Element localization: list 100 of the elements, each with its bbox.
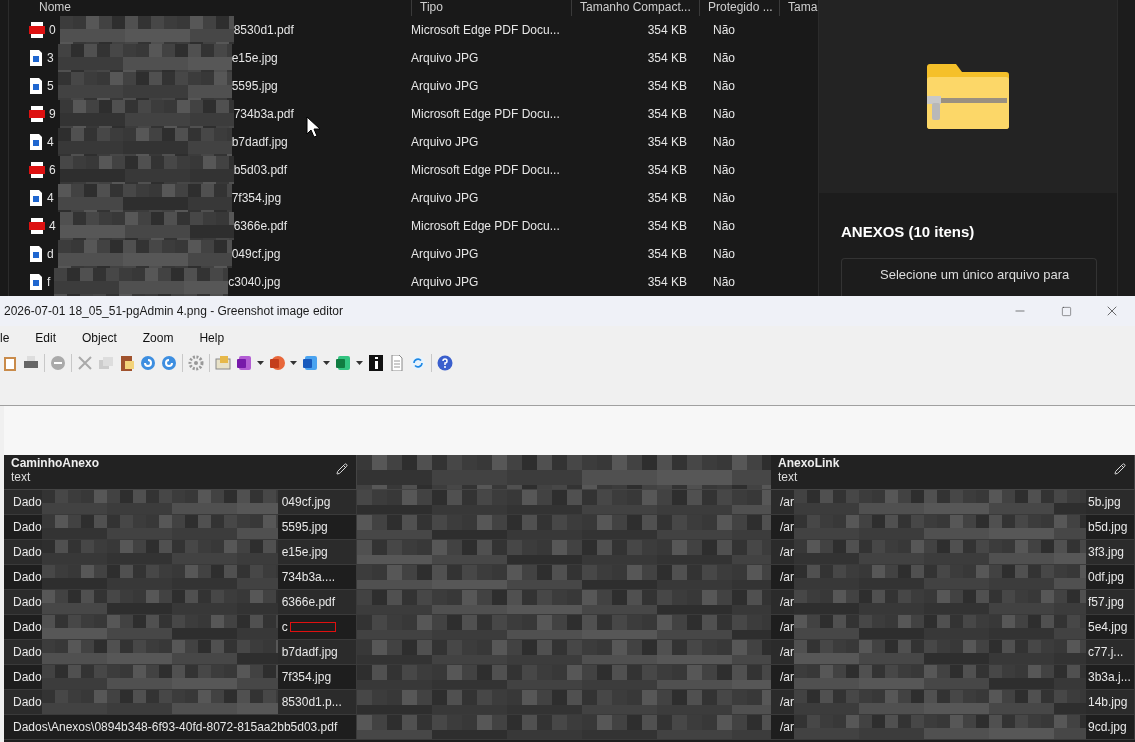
file-name[interactable]: 3 [47,51,54,65]
protected-status: Não [712,79,736,93]
help-icon[interactable] [437,355,453,371]
file-type: Arquivo JPG [411,191,480,205]
file-name[interactable]: e15e.jpg [231,51,278,65]
file-name[interactable]: c3040.jpg [228,275,281,289]
file-type: Microsoft Edge PDF Docu... [411,107,561,121]
protected-status: Não [712,51,736,65]
link-cell-text: /ar [780,545,794,559]
details-title: ANEXOS (10 itens) [841,223,976,241]
caret-icon[interactable] [290,361,297,365]
file-name[interactable]: 7f354.jpg [231,191,282,205]
protected-status: Não [712,107,736,121]
path-cell-text: 5595.jpg [281,520,328,534]
protected-status: Não [712,191,736,205]
file-size: 354 KB [646,107,688,121]
path-cell-text: Dados\Anexos\0894b348-6f93-40fd-8072-815aa2bb5d03.pdf [13,720,338,734]
maximize-icon[interactable] [1060,305,1072,317]
path-cell-text: Dado [13,645,42,659]
file-type: Arquivo JPG [411,247,480,261]
envelope-icon[interactable] [215,355,231,371]
protected-status: Não [712,219,736,233]
file-name[interactable]: 9 [49,107,56,121]
path-cell-text: Dado [13,545,42,559]
powerpoint-icon[interactable] [269,355,285,371]
scissors-icon[interactable] [77,355,93,371]
excel-icon[interactable] [335,355,351,371]
refresh-icon[interactable] [410,355,426,371]
path-cell-text: Dado [13,520,42,534]
path-cell-text: 6366e.pdf [281,595,336,609]
menu-item[interactable]: Edit [22,331,70,345]
menu-item[interactable]: le [0,331,23,345]
link-cell-text: /ar [780,620,794,634]
column-header[interactable]: Protegido ... [699,0,779,16]
file-name[interactable]: d [47,247,54,261]
file-name[interactable]: 8530d1.pdf [233,23,294,37]
file-name[interactable]: b7dadf.jpg [231,135,288,149]
word-icon[interactable] [302,355,318,371]
clipboard-icon[interactable] [2,355,18,371]
file-name[interactable]: 4 [47,135,54,149]
column-header[interactable]: Tipo [411,0,571,16]
file-name[interactable]: 734b3a.pdf [233,107,294,121]
settings-icon[interactable] [188,355,204,371]
path-cell-text: Dado [13,620,42,634]
column-header[interactable]: Nome [9,0,411,16]
file-size: 354 KB [646,247,688,261]
link-cell-text: 5b.jpg [1088,495,1121,509]
file-size: 354 KB [646,191,688,205]
column-header[interactable]: Tamanho Compact... [571,0,699,16]
menu-item[interactable]: Help [186,331,238,345]
link-cell-text: /ar [780,645,794,659]
menu-item[interactable]: Object [69,331,130,345]
file-name[interactable]: 049cf.jpg [231,247,281,261]
protected-status: Não [712,163,736,177]
link-cell-text: /ar [780,720,794,734]
redo-icon[interactable] [161,355,177,371]
file-size: 354 KB [646,163,688,177]
caret-icon[interactable] [323,361,330,365]
file-type: Microsoft Edge PDF Docu... [411,219,561,233]
link-cell-text: /ar [780,495,794,509]
document-icon[interactable] [389,355,405,371]
file-name[interactable]: 4 [47,191,54,205]
file-name[interactable]: 5595.jpg [231,79,278,93]
file-name[interactable]: f [47,275,51,289]
printer-icon[interactable] [23,355,39,371]
mouse-cursor-icon [306,116,320,138]
remove-icon[interactable] [50,355,66,371]
file-type: Microsoft Edge PDF Docu... [411,163,561,177]
undo-icon[interactable] [140,355,156,371]
image-file-icon [29,78,43,94]
file-size: 354 KB [646,51,688,65]
file-size: 354 KB [646,135,688,149]
info-icon[interactable] [368,355,384,371]
image-file-icon [29,50,43,66]
file-name[interactable]: 6366e.pdf [233,219,288,233]
protected-status: Não [712,247,736,261]
file-size: 354 KB [646,219,688,233]
window-title: 2026-07-01 18_05_51-pgAdmin 4.png - Greenshot image editor [3,304,344,318]
paste-icon[interactable] [119,355,135,371]
path-cell-text: c [281,620,288,634]
path-cell-text: 734b3a.... [281,570,336,584]
file-name[interactable]: 5 [47,79,54,93]
file-name[interactable]: 4 [49,219,56,233]
path-cell-text: Dado [13,495,42,509]
path-cell-text: Dado [13,670,42,684]
caret-icon[interactable] [257,361,264,365]
link-cell-text: c77.j... [1088,645,1124,659]
file-name[interactable]: 6 [49,163,56,177]
protected-status: Não [712,23,736,37]
link-cell-text: 14b.jpg [1088,695,1128,709]
file-name[interactable]: 0 [49,23,56,37]
file-name[interactable]: b5d03.pdf [233,163,288,177]
image-file-icon [29,246,43,262]
caret-icon[interactable] [356,361,363,365]
link-cell-text: /ar [780,670,794,684]
file-type: Arquivo JPG [411,51,480,65]
onenote-icon[interactable] [236,355,252,371]
path-cell-text: 7f354.jpg [281,670,332,684]
menu-item[interactable]: Zoom [129,331,187,345]
protected-status: Não [712,275,736,289]
